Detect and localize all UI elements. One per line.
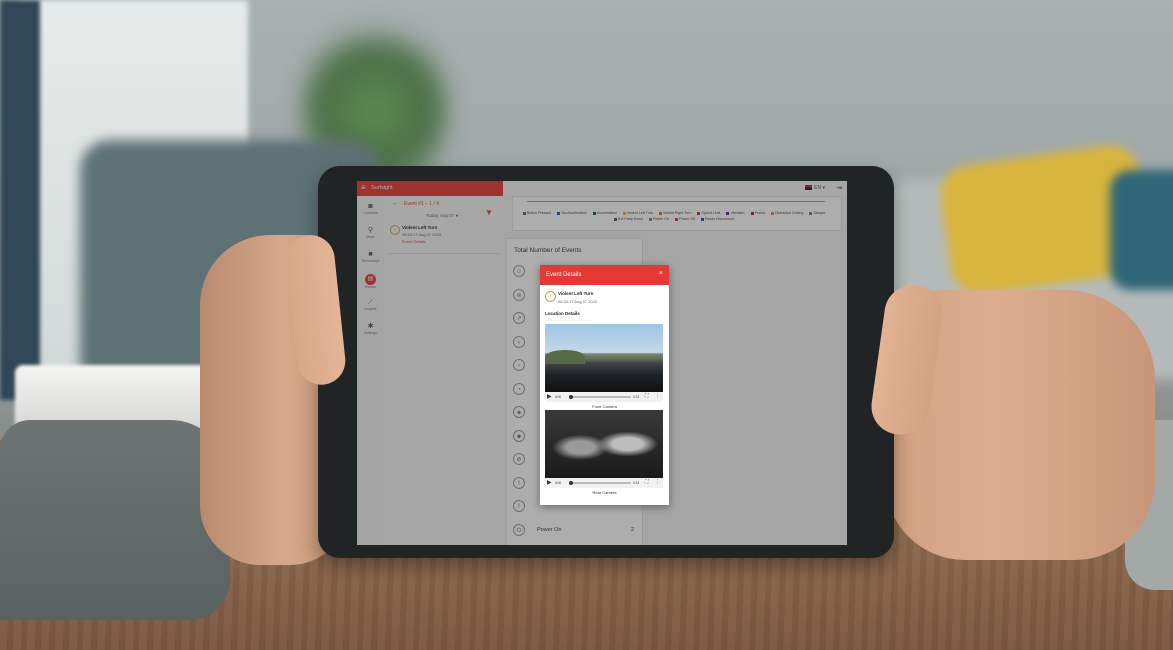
video-progress-bar[interactable] <box>569 481 631 485</box>
event-details-modal: Event Details × ‹ Violent Left Turn 06:3… <box>540 265 669 505</box>
tablet-screen: ≡ Surfsight EN ▾ ⇥ ◙ Cameras ⚲ Maps ■ Re… <box>357 181 847 545</box>
location-title: Location Details <box>545 311 580 316</box>
video-controls: ▶ 0:00 0:13 ⛶ ⋮ <box>545 478 663 488</box>
front-camera-video[interactable]: ▶ 0:00 0:13 ⛶ ⋮ <box>545 324 663 402</box>
modal-event-time: 06:33:17 Aug 07 2020 <box>558 299 598 304</box>
fullscreen-icon[interactable]: ⛶ <box>645 479 649 485</box>
video-duration: 0:13 <box>633 395 640 399</box>
video-progress-bar[interactable] <box>569 395 631 399</box>
video-controls: ▶ 0:00 0:13 ⛶ ⋮ <box>545 392 663 402</box>
more-options-icon[interactable]: ⋮ <box>655 479 660 485</box>
blue-pillow <box>1110 170 1173 290</box>
left-turn-icon: ‹ <box>545 291 556 302</box>
front-camera-frame <box>545 324 663 392</box>
location-address: ........................................… <box>545 318 593 322</box>
close-icon[interactable]: × <box>659 270 663 277</box>
modal-header: Event Details × <box>540 265 669 285</box>
video-duration: 0:13 <box>633 481 640 485</box>
play-icon[interactable]: ▶ <box>547 479 552 486</box>
rear-camera-video[interactable]: ▶ 0:00 0:13 ⛶ ⋮ <box>545 410 663 488</box>
rear-camera-frame <box>545 410 663 478</box>
blurred-curtain <box>0 0 40 400</box>
video-current-time: 0:00 <box>555 481 562 485</box>
front-camera-caption: Front Camera <box>592 404 617 409</box>
left-sleeve <box>0 420 230 620</box>
rear-camera-caption: Rear Camera <box>592 490 617 495</box>
video-current-time: 0:00 <box>555 395 562 399</box>
modal-event-title: Violent Left Turn <box>558 291 594 296</box>
play-icon[interactable]: ▶ <box>547 393 552 400</box>
modal-title: Event Details <box>546 272 582 278</box>
more-options-icon[interactable]: ⋮ <box>655 393 660 399</box>
fullscreen-icon[interactable]: ⛶ <box>645 393 649 399</box>
